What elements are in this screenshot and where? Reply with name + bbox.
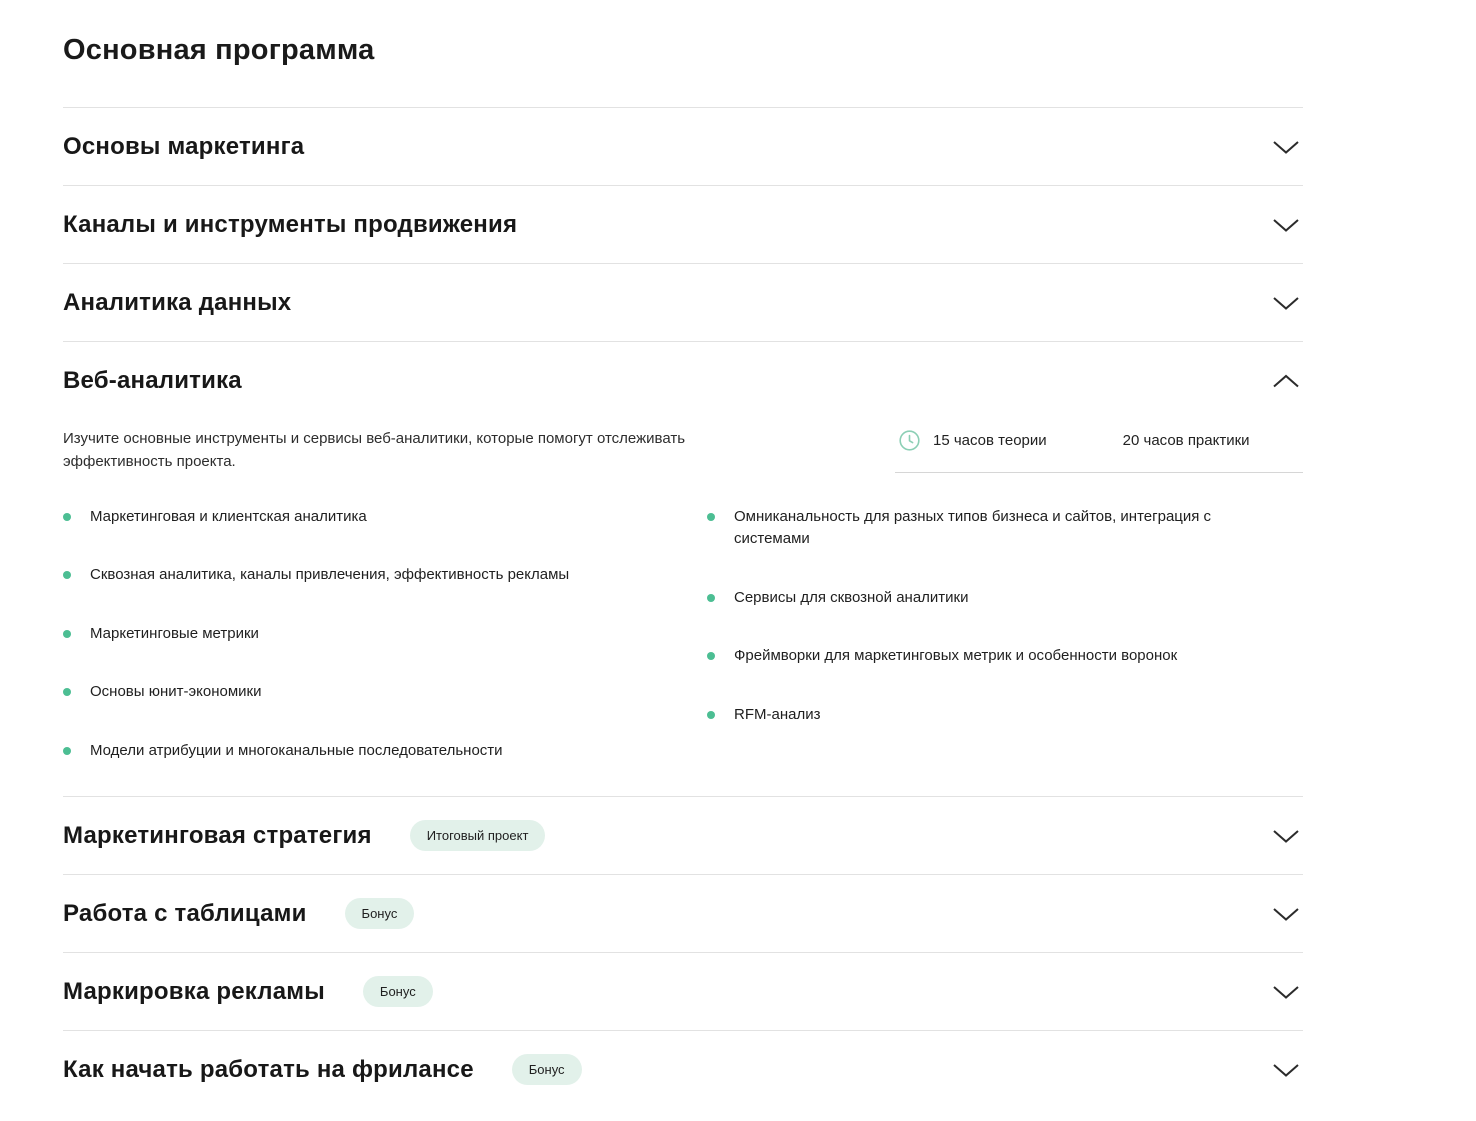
program-container: Основная программа Основы маркетинга Кан… <box>63 0 1303 1108</box>
topic-label: Сквозная аналитика, каналы привлечения, … <box>90 564 569 587</box>
bullet-dot-icon <box>707 711 715 719</box>
topic-label: Маркетинговые метрики <box>90 623 259 646</box>
section-title: Как начать работать на фрилансе <box>63 1056 474 1084</box>
section-channels-tools: Каналы и инструменты продвижения <box>63 186 1303 264</box>
hours-info: 15 часов теории 20 часов практики <box>895 427 1303 473</box>
chevron-down-icon[interactable] <box>1271 295 1301 311</box>
topic-label: Омниканальность для разных типов бизнеса… <box>734 506 1254 551</box>
list-item: Основы юнит-экономики <box>63 681 707 704</box>
list-item: Сквозная аналитика, каналы привлечения, … <box>63 564 707 587</box>
topic-label: Модели атрибуции и многоканальные послед… <box>90 740 503 763</box>
bullet-dot-icon <box>707 513 715 521</box>
chevron-down-icon[interactable] <box>1271 984 1301 1000</box>
section-ad-labeling: Маркировка рекламы Бонус <box>63 953 1303 1031</box>
program-accordion: Основы маркетинга Каналы и инструменты п… <box>63 107 1303 1108</box>
section-marketing-strategy: Маркетинговая стратегия Итоговый проект <box>63 797 1303 875</box>
bonus-badge: Бонус <box>363 976 433 1007</box>
bullet-dot-icon <box>63 747 71 755</box>
section-web-analytics: Веб-аналитика Изучите основные инструмен… <box>63 342 1303 797</box>
chevron-up-icon[interactable] <box>1271 373 1301 389</box>
list-item: Омниканальность для разных типов бизнеса… <box>707 506 1254 551</box>
section-data-analytics-header[interactable]: Аналитика данных <box>63 264 1303 341</box>
bonus-badge: Бонус <box>512 1054 582 1085</box>
section-title: Веб-аналитика <box>63 367 242 395</box>
page-title: Основная программа <box>63 0 1303 67</box>
chevron-down-icon[interactable] <box>1271 1062 1301 1078</box>
bullet-dot-icon <box>63 630 71 638</box>
list-item: Маркетинговая и клиентская аналитика <box>63 506 707 529</box>
list-item: Маркетинговые метрики <box>63 623 707 646</box>
chevron-down-icon[interactable] <box>1271 828 1301 844</box>
bullet-dot-icon <box>707 652 715 660</box>
topic-label: Основы юнит-экономики <box>90 681 261 704</box>
practice-hours: 20 часов практики <box>1123 432 1250 449</box>
chevron-down-icon[interactable] <box>1271 906 1301 922</box>
chevron-down-icon[interactable] <box>1271 217 1301 233</box>
section-marketing-strategy-header[interactable]: Маркетинговая стратегия Итоговый проект <box>63 797 1303 874</box>
bullet-dot-icon <box>63 513 71 521</box>
section-title: Основы маркетинга <box>63 133 304 161</box>
theory-hours: 15 часов теории <box>933 432 1047 449</box>
bonus-badge: Бонус <box>345 898 415 929</box>
section-freelance-header[interactable]: Как начать работать на фрилансе Бонус <box>63 1031 1303 1108</box>
bullet-dot-icon <box>707 594 715 602</box>
topic-label: Фреймворки для маркетинговых метрик и ос… <box>734 645 1177 668</box>
chevron-down-icon[interactable] <box>1271 139 1301 155</box>
section-channels-tools-header[interactable]: Каналы и инструменты продвижения <box>63 186 1303 263</box>
section-data-analytics: Аналитика данных <box>63 264 1303 342</box>
section-marketing-basics-header[interactable]: Основы маркетинга <box>63 108 1303 185</box>
section-ad-labeling-header[interactable]: Маркировка рекламы Бонус <box>63 953 1303 1030</box>
clock-icon <box>899 430 920 451</box>
list-item: Модели атрибуции и многоканальные послед… <box>63 740 707 763</box>
section-web-analytics-body: Изучите основные инструменты и сервисы в… <box>63 427 1303 796</box>
section-title: Маркировка рекламы <box>63 978 325 1006</box>
list-item: RFM-анализ <box>707 704 1254 727</box>
topic-label: Маркетинговая и клиентская аналитика <box>90 506 367 529</box>
section-title: Каналы и инструменты продвижения <box>63 211 517 239</box>
topic-label: RFM-анализ <box>734 704 820 727</box>
bullet-dot-icon <box>63 688 71 696</box>
final-project-badge: Итоговый проект <box>410 820 546 851</box>
topics-column-right: Омниканальность для разных типов бизнеса… <box>707 506 1254 763</box>
section-description: Изучите основные инструменты и сервисы в… <box>63 427 763 474</box>
topics-column-left: Маркетинговая и клиентская аналитика Скв… <box>63 506 707 763</box>
topic-label: Сервисы для сквозной аналитики <box>734 587 969 610</box>
list-item: Сервисы для сквозной аналитики <box>707 587 1254 610</box>
section-title: Аналитика данных <box>63 289 291 317</box>
section-title: Маркетинговая стратегия <box>63 822 372 850</box>
section-freelance: Как начать работать на фрилансе Бонус <box>63 1031 1303 1108</box>
topics-list: Маркетинговая и клиентская аналитика Скв… <box>63 506 1303 763</box>
bullet-dot-icon <box>63 571 71 579</box>
section-marketing-basics: Основы маркетинга <box>63 108 1303 186</box>
section-title: Работа с таблицами <box>63 900 307 928</box>
section-spreadsheets-header[interactable]: Работа с таблицами Бонус <box>63 875 1303 952</box>
section-spreadsheets: Работа с таблицами Бонус <box>63 875 1303 953</box>
list-item: Фреймворки для маркетинговых метрик и ос… <box>707 645 1254 668</box>
section-web-analytics-header[interactable]: Веб-аналитика <box>63 342 1303 419</box>
